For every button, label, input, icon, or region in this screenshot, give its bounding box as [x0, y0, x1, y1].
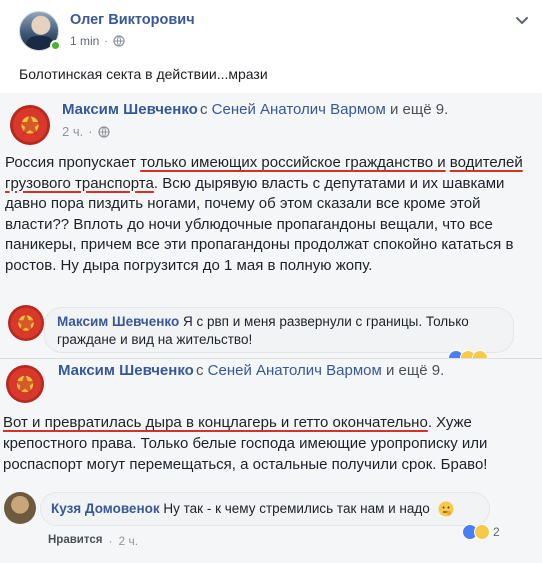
tagged-more[interactable]: и ещё 9.: [386, 362, 444, 379]
comment-text: Ну так - к чему стремились так нам и над…: [163, 501, 430, 516]
tagged-name[interactable]: Сеней Анатолич Вармом: [208, 362, 382, 379]
online-status-icon: [50, 40, 61, 51]
shot-author[interactable]: Максим Шевченко: [58, 362, 194, 379]
body-highlight-1: только имеющих российское гражданство и: [140, 154, 446, 171]
meta-separator: ·: [104, 35, 108, 47]
shot-meta: 2 ч. ·: [62, 124, 110, 139]
avatar: [10, 105, 50, 145]
shot-body: Вот и превратилась дыра в концлагерь и г…: [3, 412, 535, 475]
avatar: [6, 365, 44, 403]
post-time[interactable]: 1 min: [70, 34, 99, 48]
globe-icon: [97, 125, 110, 138]
comment-actions: Нравится · 2 ч.: [48, 534, 138, 548]
shot-tagged: с Сеней Анатолич Вармом и ещё 9.: [200, 101, 448, 118]
thinking-emoji-icon: [438, 501, 454, 517]
shot-body: Россия пропускает только имеющих российс…: [5, 153, 533, 276]
haha-reaction-icon: [474, 524, 490, 540]
action-separator: ·: [108, 534, 113, 548]
embedded-screenshot-1: Максим Шевченко с Сеней Анатолич Вармом …: [0, 93, 542, 360]
chevron-down-icon[interactable]: [514, 12, 530, 28]
shot-time[interactable]: 2 ч.: [62, 124, 83, 139]
avatar: [8, 305, 44, 341]
tagged-more[interactable]: и ещё 9.: [390, 101, 448, 118]
like-link[interactable]: Нравится: [48, 534, 102, 548]
comment-bubble: Максим Шевченко Я с рвп и меня развернул…: [44, 307, 514, 353]
comment-author[interactable]: Кузя Домовенок: [51, 501, 160, 516]
tagged-name[interactable]: Сеней Анатолич Вармом: [212, 101, 386, 118]
tagged-prefix: с: [196, 362, 204, 379]
post-text: Болотинская секта в действии...мрази: [19, 66, 268, 82]
comment-bubble: Кузя Домовенок Ну так - к чему стремилис…: [40, 492, 490, 526]
comment-author[interactable]: Максим Шевченко: [57, 314, 179, 329]
body-start: Россия пропускает: [5, 154, 141, 171]
shot-tagged: с Сеней Анатолич Вармом и ещё 9.: [196, 362, 444, 379]
shot-author[interactable]: Максим Шевченко: [62, 101, 198, 118]
meta-separator: ·: [88, 124, 93, 139]
tagged-prefix: с: [200, 101, 208, 118]
post-author[interactable]: Олег Викторович: [70, 12, 195, 28]
avatar: [4, 492, 36, 524]
comment-time[interactable]: 2 ч.: [118, 534, 138, 548]
embedded-screenshot-2: Максим Шевченко с Сеней Анатолич Вармом …: [0, 358, 542, 563]
post-header: Олег Викторович 1 min ·: [0, 0, 542, 60]
globe-icon[interactable]: [113, 35, 125, 47]
post-meta: 1 min ·: [70, 34, 125, 48]
reaction-count: 2: [493, 525, 500, 539]
body-highlight: Вот и превратилась дыра в концлагерь и г…: [3, 414, 428, 431]
reactions[interactable]: 2: [462, 524, 500, 540]
